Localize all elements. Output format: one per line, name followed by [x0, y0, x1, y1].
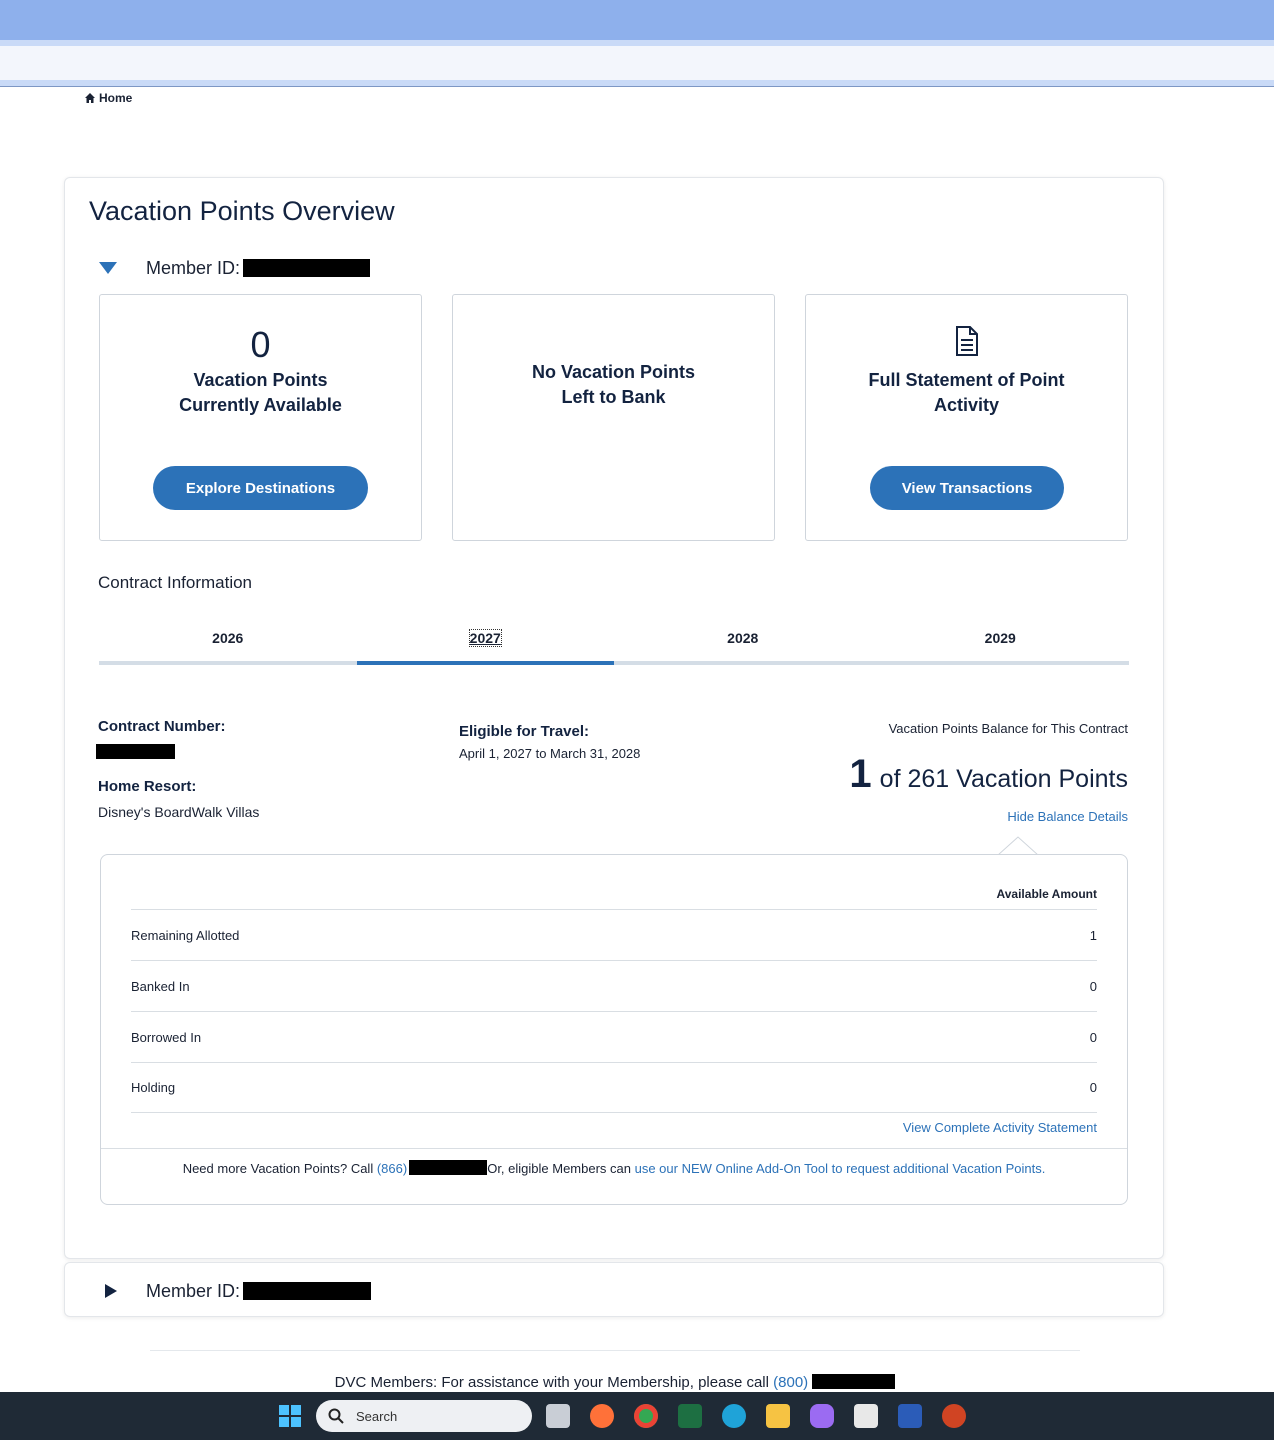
- available-points-label-1: Vacation Points: [193, 370, 328, 390]
- available-amount-header: Available Amount: [996, 887, 1097, 901]
- assistance-footer: DVC Members: For assistance with your Me…: [0, 1374, 1230, 1391]
- row-value: 0: [1089, 1029, 1097, 1045]
- file-explorer-icon[interactable]: [766, 1404, 790, 1428]
- member-id-redacted-2: [243, 1282, 372, 1300]
- row-label: Borrowed In: [131, 1029, 202, 1045]
- contract-number-label: Contract Number:: [98, 718, 226, 735]
- search-icon: [328, 1408, 344, 1424]
- eligible-travel-label: Eligible for Travel:: [459, 723, 590, 740]
- balance-summary: 1 of 261 Vacation Points: [849, 752, 1128, 797]
- available-points-label-2: Currently Available: [179, 395, 342, 415]
- tab-2027[interactable]: 2027: [356, 620, 614, 665]
- home-resort-label: Home Resort:: [98, 778, 197, 795]
- member-toggle-expanded[interactable]: Member ID:: [98, 257, 371, 279]
- bank-points-label-1: No Vacation Points: [531, 362, 696, 382]
- bank-points-label-2: Left to Bank: [561, 387, 666, 407]
- member-toggle-collapsed[interactable]: Member ID:: [104, 1280, 372, 1302]
- row-value: 0: [1089, 1080, 1097, 1095]
- table-row: Remaining Allotted 1: [131, 909, 1097, 960]
- table-row: Banked In 0: [131, 960, 1097, 1011]
- hide-balance-details-link[interactable]: Hide Balance Details: [1007, 809, 1128, 824]
- eligible-travel-dates: April 1, 2027 to March 31, 2028: [459, 746, 641, 761]
- tab-2026-label: 2026: [212, 630, 244, 646]
- statement-label-2: Activity: [933, 395, 1000, 415]
- search-placeholder: Search: [356, 1408, 398, 1424]
- contract-number-redacted: [96, 744, 175, 759]
- footer-mid: Or, eligible Members can: [487, 1161, 631, 1176]
- taskbar-search[interactable]: Search: [316, 1400, 532, 1432]
- home-resort-value: Disney's BoardWalk Villas: [98, 804, 260, 820]
- footer-divider: [150, 1350, 1080, 1351]
- row-label: Banked In: [131, 978, 190, 994]
- assistance-phone-redacted: [812, 1374, 896, 1389]
- available-points-count: 0: [250, 324, 271, 365]
- phone-redacted: [409, 1160, 488, 1175]
- chrome-icon[interactable]: [634, 1404, 658, 1428]
- excel-icon[interactable]: [678, 1404, 702, 1428]
- view-transactions-button[interactable]: View Transactions: [870, 466, 1064, 510]
- view-activity-statement-link[interactable]: View Complete Activity Statement: [903, 1120, 1097, 1135]
- tab-2027-label: 2027: [468, 629, 502, 647]
- breadcrumb-home-link[interactable]: Home: [99, 91, 132, 105]
- details-footer-divider: [101, 1148, 1127, 1149]
- row-label: Remaining Allotted: [131, 927, 240, 943]
- home-icon: [85, 93, 95, 103]
- word-icon[interactable]: [898, 1404, 922, 1428]
- page-title: Vacation Points Overview: [89, 196, 395, 226]
- tab-2029-indicator: [871, 661, 1129, 665]
- footer-phone-link[interactable]: (866): [377, 1161, 407, 1176]
- table-row: Holding 0: [131, 1062, 1097, 1113]
- details-caret: [998, 836, 1038, 856]
- task-view-icon[interactable]: [546, 1404, 570, 1428]
- site-nav-strip: [0, 46, 1274, 80]
- assistance-text: DVC Members: For assistance with your Me…: [334, 1374, 769, 1391]
- tab-2026[interactable]: 2026: [99, 620, 357, 665]
- member-id-redacted: [243, 259, 371, 277]
- tab-2028-indicator: [614, 661, 872, 665]
- contract-information-heading: Contract Information: [98, 573, 253, 592]
- tab-2027-indicator: [356, 661, 614, 665]
- document-icon: [955, 326, 978, 356]
- store-icon[interactable]: [854, 1404, 878, 1428]
- member-id-label-2: Member ID:: [146, 1280, 241, 1301]
- breadcrumb[interactable]: Home: [84, 91, 132, 105]
- member-id-label: Member ID:: [146, 257, 241, 278]
- assistance-phone-link[interactable]: (800): [773, 1374, 808, 1391]
- row-label: Holding: [131, 1080, 176, 1095]
- firefox-icon[interactable]: [590, 1404, 614, 1428]
- balance-current: 1: [849, 752, 872, 796]
- tab-2028-label: 2028: [727, 630, 759, 646]
- row-value: 0: [1089, 978, 1097, 994]
- tab-2029-label: 2029: [984, 630, 1016, 646]
- balance-details-panel: Available Amount Remaining Allotted 1 Ba…: [100, 854, 1128, 1205]
- windows-taskbar: Search: [0, 1392, 1274, 1440]
- bank-points-tile: No Vacation Points Left to Bank: [452, 294, 775, 541]
- row-value: 1: [1089, 927, 1097, 943]
- tab-2026-indicator: [99, 661, 357, 665]
- tab-2029[interactable]: 2029: [871, 620, 1129, 665]
- caret-down-icon[interactable]: [98, 261, 118, 275]
- powerpoint-icon[interactable]: [942, 1404, 966, 1428]
- edge-icon[interactable]: [722, 1404, 746, 1428]
- site-header-band: [0, 0, 1274, 40]
- windows-start-icon[interactable]: [278, 1404, 302, 1428]
- add-on-tool-link[interactable]: use our NEW Online Add-On Tool to reques…: [635, 1161, 1046, 1176]
- contract-year-tabs: 2026 2027 2028 2029: [99, 620, 1129, 665]
- tab-2028[interactable]: 2028: [614, 620, 872, 665]
- footer-prefix: Need more Vacation Points? Call: [182, 1161, 374, 1176]
- table-row: Borrowed In 0: [131, 1011, 1097, 1062]
- site-nav-divider: [0, 80, 1274, 87]
- caret-right-icon[interactable]: [104, 1283, 118, 1299]
- copilot-icon[interactable]: [810, 1404, 834, 1428]
- balance-total: of 261 Vacation Points: [879, 765, 1128, 793]
- balance-heading: Vacation Points Balance for This Contrac…: [888, 721, 1128, 736]
- statement-label-1: Full Statement of Point: [868, 370, 1065, 390]
- explore-destinations-button[interactable]: Explore Destinations: [153, 466, 368, 510]
- add-points-footer: Need more Vacation Points? Call (866) Or,…: [101, 1160, 1127, 1176]
